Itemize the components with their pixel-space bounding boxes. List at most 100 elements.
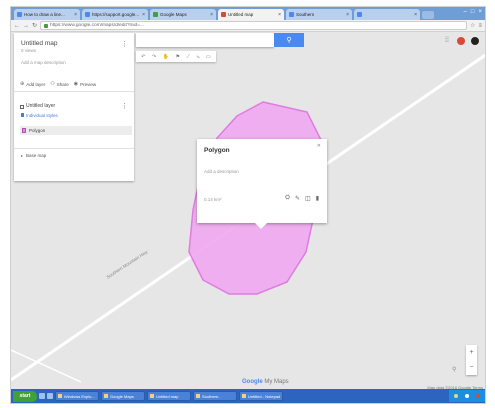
map-options-icon[interactable]: ⋮ <box>121 40 128 48</box>
hand-icon[interactable]: ✋ <box>163 54 169 60</box>
tab-favicon-icon <box>289 12 294 17</box>
divider <box>14 148 134 149</box>
taskbar: start Windows Explo... Google Maps Untit… <box>11 389 485 403</box>
expand-arrow-icon[interactable]: ▸ <box>21 153 23 158</box>
taskbar-item[interactable]: Untitled - Notepad <box>239 391 283 401</box>
browser-tab-4[interactable]: Untitled map × <box>218 9 284 20</box>
tab-close-icon[interactable]: × <box>210 12 213 18</box>
zoom-out-button[interactable]: − <box>469 364 473 371</box>
add-layer-button[interactable]: ⊕ Add layer <box>20 81 45 87</box>
tab-favicon-icon <box>85 12 90 17</box>
taskbar-item[interactable]: Google Maps <box>101 391 145 401</box>
close-icon[interactable]: ✕ <box>317 143 321 149</box>
marker-icon[interactable]: ⚑ <box>176 54 180 60</box>
divider <box>14 91 134 92</box>
trash-icon[interactable]: ▮ <box>316 195 319 202</box>
taskbar-item-label: Windows Explo... <box>64 393 95 399</box>
popup-title[interactable]: Polygon <box>204 147 230 154</box>
tab-close-icon[interactable]: × <box>142 12 145 18</box>
map-title[interactable]: Untitled map <box>21 40 58 47</box>
start-button[interactable]: start <box>13 390 37 402</box>
tab-close-icon[interactable]: × <box>278 12 281 18</box>
layer-title[interactable]: Untitled layer <box>26 103 55 109</box>
close-window-icon[interactable]: × <box>478 9 482 15</box>
layer-checkbox[interactable] <box>20 105 24 109</box>
search-button[interactable]: ⚲ <box>274 33 304 47</box>
base-map-toggle[interactable]: Base map <box>26 153 46 158</box>
back-icon[interactable]: ← <box>14 23 20 29</box>
share-label: Share <box>56 81 69 87</box>
browser-icon <box>104 394 108 398</box>
logo-brand: Google <box>242 379 263 385</box>
share-icon: ⚇ <box>50 81 55 87</box>
browser-icon <box>196 394 200 398</box>
screenshot-frame: How to draw a line... × https://support.… <box>10 6 486 404</box>
taskbar-item[interactable]: Untitled map <box>147 391 191 401</box>
undo-icon[interactable]: ↶ <box>141 54 145 60</box>
tray-status-icon[interactable] <box>454 394 459 398</box>
tab-label: Untitled map <box>228 12 254 17</box>
share-button[interactable]: ⚇ Share <box>50 81 69 87</box>
tab-favicon-icon <box>153 12 158 17</box>
forward-icon[interactable]: → <box>23 23 29 29</box>
add-layer-icon: ⊕ <box>20 81 25 87</box>
notepad-icon <box>242 394 246 398</box>
preview-button[interactable]: ◉ Preview <box>74 81 96 87</box>
taskbar-item[interactable]: Southern.. <box>193 391 237 401</box>
tray-alert-icon[interactable] <box>475 394 480 398</box>
popup-actions: ⛭ ✎ ◫ ▮ <box>285 195 319 202</box>
browser-menu-icon[interactable]: ≡ <box>478 23 482 29</box>
polygon-swatch-icon <box>22 128 26 133</box>
measure-icon[interactable]: ▭ <box>206 54 211 60</box>
browser-tab-2[interactable]: https://support.google... × <box>82 9 148 20</box>
browser-tab-1[interactable]: How to draw a line... × <box>14 9 80 20</box>
popup-description[interactable]: Add a description <box>204 169 239 174</box>
browser-icon <box>150 394 154 398</box>
taskbar-item[interactable]: Windows Explo... <box>55 391 99 401</box>
panel-actions: ⊕ Add layer ⚇ Share ◉ Preview <box>20 81 96 87</box>
map-description[interactable]: Add a map description <box>21 60 66 65</box>
zoom-in-button[interactable]: + <box>469 349 473 356</box>
maximize-icon[interactable]: □ <box>471 9 475 15</box>
browser-tab-6[interactable]: × <box>354 9 420 20</box>
lock-icon <box>44 23 49 28</box>
tab-label: https://support.google... <box>92 12 140 17</box>
individual-styles-link[interactable]: Individual styles <box>26 113 58 118</box>
paint-icon[interactable]: ⛭ <box>285 195 290 202</box>
minimize-icon[interactable]: – <box>464 9 467 15</box>
address-bar: ← → ↻ https://www.google.com/maps/d/edit… <box>11 20 485 32</box>
apps-grid-icon[interactable]: ⁞⁞ <box>445 37 449 44</box>
notifications-icon[interactable] <box>457 37 465 45</box>
layer-options-icon[interactable]: ⋮ <box>121 102 128 110</box>
logo-product: My Maps <box>264 379 289 385</box>
redo-icon[interactable]: ↷ <box>152 54 156 60</box>
new-tab-button[interactable] <box>422 11 434 19</box>
tray-network-icon[interactable] <box>464 394 469 398</box>
add-layer-label: Add layer <box>26 81 46 87</box>
tab-label: Southern <box>296 12 315 17</box>
tab-close-icon[interactable]: × <box>74 12 77 18</box>
draw-line-icon[interactable]: ⟋ <box>187 54 191 60</box>
search-input[interactable] <box>136 33 274 47</box>
avatar[interactable] <box>469 35 481 47</box>
layer-feature-item[interactable]: Polygon <box>20 126 132 135</box>
camera-icon[interactable]: ◫ <box>305 195 311 202</box>
browser-tab-3[interactable]: Google Maps × <box>150 9 216 20</box>
taskbar-item-label: Untitled map <box>156 393 179 399</box>
quick-launch-icon[interactable] <box>47 393 53 399</box>
tab-label: Google Maps <box>160 12 187 17</box>
tab-favicon-icon <box>221 12 226 17</box>
directions-icon[interactable]: ⤷ <box>197 54 200 60</box>
tab-close-icon[interactable]: × <box>346 12 349 18</box>
url-field[interactable]: https://www.google.com/maps/d/edit?mid=.… <box>40 21 468 30</box>
browser-tab-5[interactable]: Southern × <box>286 9 352 20</box>
bookmark-star-icon[interactable]: ☆ <box>470 22 475 29</box>
quick-launch-icon[interactable] <box>39 393 45 399</box>
tab-close-icon[interactable]: × <box>414 12 417 18</box>
pegman-icon[interactable]: ⚲ <box>452 366 456 373</box>
pencil-icon[interactable]: ✎ <box>295 195 300 202</box>
reload-icon[interactable]: ↻ <box>32 22 37 29</box>
tab-label: How to draw a line... <box>24 12 65 17</box>
zoom-control: + − <box>466 345 477 375</box>
map-views: 0 views <box>21 48 37 53</box>
